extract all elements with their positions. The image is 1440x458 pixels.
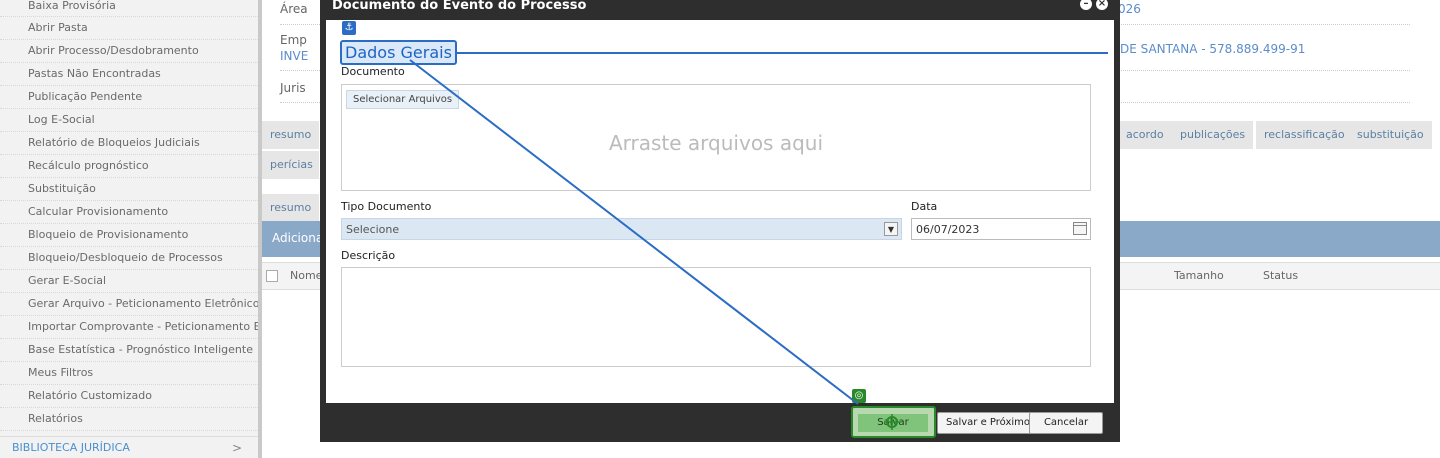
select-files-button[interactable]: Selecionar Arquivos bbox=[346, 90, 460, 109]
date-value: 06/07/2023 bbox=[916, 223, 980, 236]
tab-resumo-sub[interactable]: resumo bbox=[262, 194, 320, 222]
tipo-documento-label: Tipo Documento bbox=[341, 200, 432, 213]
section-title-dados-gerais: Dados Gerais bbox=[340, 40, 457, 65]
sidebar-item[interactable]: Substituição bbox=[0, 178, 258, 201]
minimize-icon[interactable]: – bbox=[1080, 0, 1092, 10]
anchor-icon: ⚓ bbox=[342, 21, 356, 35]
column-tamanho[interactable]: Tamanho bbox=[1174, 269, 1224, 282]
tab-acordo[interactable]: acordo bbox=[1118, 121, 1173, 149]
sidebar-item[interactable]: Importar Comprovante - Peticionamento El… bbox=[0, 316, 258, 339]
select-all-checkbox[interactable] bbox=[266, 270, 278, 282]
sidebar-item[interactable]: Relatórios bbox=[0, 408, 258, 431]
sidebar-item[interactable]: Log E-Social bbox=[0, 109, 258, 132]
emp-right-value[interactable]: DE SANTANA - 578.889.499-91 bbox=[1120, 42, 1305, 56]
sidebar-item[interactable]: Abrir Pasta bbox=[0, 17, 258, 40]
area-value[interactable]: 026 bbox=[1118, 2, 1141, 16]
sidebar-item[interactable]: Base Estatística - Prognóstico Inteligen… bbox=[0, 339, 258, 362]
sidebar-item[interactable]: Pastas Não Encontradas bbox=[0, 63, 258, 86]
column-nome[interactable]: Nome bbox=[290, 269, 322, 282]
data-label: Data bbox=[911, 200, 938, 213]
dialog-body: ⚓ Dados Gerais Documento Selecionar Arqu… bbox=[326, 20, 1114, 403]
tab-reclassificacao[interactable]: reclassificação bbox=[1256, 121, 1354, 149]
sidebar-item[interactable]: Relatório de Bloqueios Judiciais bbox=[0, 132, 258, 155]
sidebar-item[interactable]: Gerar Arquivo - Peticionamento Eletrônic… bbox=[0, 293, 258, 316]
tab-substituicao[interactable]: substituição bbox=[1349, 121, 1433, 149]
chevron-right-icon: > bbox=[231, 441, 242, 455]
save-button-highlight: Salvar bbox=[851, 406, 936, 438]
tab-pericias[interactable]: perícias bbox=[262, 151, 320, 179]
tipo-documento-select[interactable]: Selecione ▼ bbox=[341, 218, 902, 240]
sidebar-section-label: BIBLIOTECA JURÍDICA bbox=[12, 441, 130, 454]
descricao-textarea[interactable] bbox=[341, 267, 1091, 367]
emp-value[interactable]: INVE bbox=[280, 49, 308, 63]
sidebar-item[interactable]: Abrir Processo/Desdobramento bbox=[0, 40, 258, 63]
dialog-title: Documento do Evento do Processo bbox=[332, 0, 587, 13]
tab-resumo[interactable]: resumo bbox=[262, 121, 320, 149]
sidebar-item[interactable]: Gerar E-Social bbox=[0, 270, 258, 293]
add-button[interactable]: Adiciona bbox=[272, 231, 323, 245]
documento-label: Documento bbox=[341, 65, 405, 78]
sidebar-item[interactable]: Meus Filtros bbox=[0, 362, 258, 385]
date-field[interactable]: 06/07/2023 bbox=[911, 218, 1091, 240]
sidebar-item[interactable]: Calcular Provisionamento bbox=[0, 201, 258, 224]
column-status[interactable]: Status bbox=[1263, 269, 1298, 282]
juris-label: Juris bbox=[280, 81, 306, 95]
sidebar-section-biblioteca[interactable]: BIBLIOTECA JURÍDICA > bbox=[0, 436, 258, 458]
save-button[interactable]: Salvar bbox=[858, 414, 928, 432]
document-dialog: Documento do Evento do Processo – × ⚓ Da… bbox=[320, 0, 1120, 442]
dropzone-text: Arraste arquivos aqui bbox=[608, 131, 824, 155]
cancel-button[interactable]: Cancelar bbox=[1029, 412, 1103, 434]
save-next-button[interactable]: Salvar e Próximo bbox=[937, 412, 1040, 434]
close-icon[interactable]: × bbox=[1096, 0, 1108, 10]
calendar-icon[interactable] bbox=[1073, 222, 1087, 235]
chevron-down-icon[interactable]: ▼ bbox=[884, 222, 898, 236]
file-dropzone[interactable]: Selecionar Arquivos Arraste arquivos aqu… bbox=[341, 84, 1091, 191]
sidebar: Baixa Provisória Abrir Pasta Abrir Process… bbox=[0, 0, 258, 458]
tab-publicacoes[interactable]: publicações bbox=[1172, 121, 1255, 149]
tipo-documento-value: Selecione bbox=[346, 223, 400, 236]
sidebar-item[interactable]: Bloqueio/Desbloqueio de Processos bbox=[0, 247, 258, 270]
emp-label: Emp bbox=[280, 33, 307, 47]
sidebar-item[interactable]: Recálculo prognóstico bbox=[0, 155, 258, 178]
sidebar-item[interactable]: Publicação Pendente bbox=[0, 86, 258, 109]
sidebar-menu: Baixa Provisória Abrir Pasta Abrir Process… bbox=[0, 0, 258, 431]
area-label: Área bbox=[280, 2, 308, 16]
descricao-label: Descrição bbox=[341, 249, 396, 262]
target-icon: ◎ bbox=[852, 389, 866, 403]
sidebar-item[interactable]: Relatório Customizado bbox=[0, 385, 258, 408]
sidebar-item[interactable]: Baixa Provisória bbox=[0, 0, 258, 17]
sidebar-item[interactable]: Bloqueio de Provisionamento bbox=[0, 224, 258, 247]
